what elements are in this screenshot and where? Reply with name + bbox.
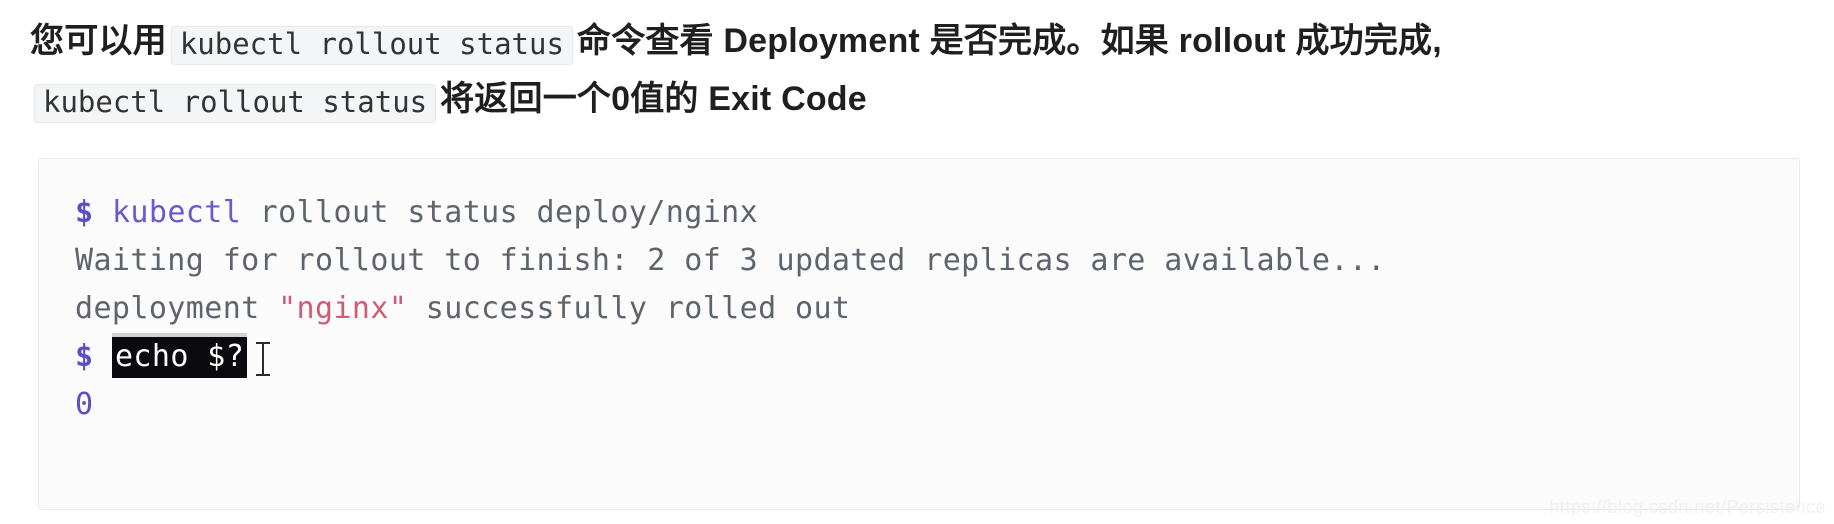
inline-code-kubectl-rollout-status-2: kubectl rollout status xyxy=(34,84,437,123)
line-waiting: Waiting for rollout to finish: 2 of 3 up… xyxy=(75,237,1799,285)
line-command-token-3: rollout status deploy/nginx xyxy=(241,195,759,230)
article-paragraph: 您可以用 kubectl rollout status 命令查看 Deploymen… xyxy=(30,12,1820,128)
line-waiting-token-0: Waiting for rollout to finish: 2 of 3 up… xyxy=(75,243,1386,278)
line-command-token-1 xyxy=(93,195,111,230)
line-exit-code: 0 xyxy=(75,381,1799,429)
line-command: $ kubectl rollout status deploy/nginx xyxy=(75,189,1799,237)
code-block-content: $ kubectl rollout status deploy/nginx Wai… xyxy=(39,159,1799,429)
blog-watermark: https://blog.csdn.net/Persistence xyxy=(1549,497,1826,517)
line-exit-code-token-0: 0 xyxy=(75,387,94,422)
inline-code-kubectl-rollout-status-1: kubectl rollout status xyxy=(170,26,573,65)
terminal-code-block[interactable]: $ kubectl rollout status deploy/nginx Wai… xyxy=(38,158,1800,510)
line-command-token-2: kubectl xyxy=(111,195,242,230)
line-success-token-1: "nginx" xyxy=(278,291,408,326)
line-success: deployment "nginx" successfully rolled o… xyxy=(75,285,1799,333)
prose-text-part-2: 命令查看 Deployment 是否完成。如果 rollout 成功完成, xyxy=(576,22,1442,60)
line-echo-token-0: $ xyxy=(75,339,94,374)
line-success-token-2: successfully rolled out xyxy=(407,291,851,326)
line-echo-token-2[interactable]: echo $? xyxy=(111,337,248,378)
prose-text-part-3: 将返回一个0值的 Exit Code xyxy=(440,80,867,118)
line-command-token-0: $ xyxy=(75,195,94,230)
line-success-token-0: deployment xyxy=(75,291,279,326)
line-echo: $ echo $? xyxy=(75,333,1799,381)
prose-text-part-1: 您可以用 xyxy=(30,22,167,60)
line-echo-token-1 xyxy=(93,339,111,374)
